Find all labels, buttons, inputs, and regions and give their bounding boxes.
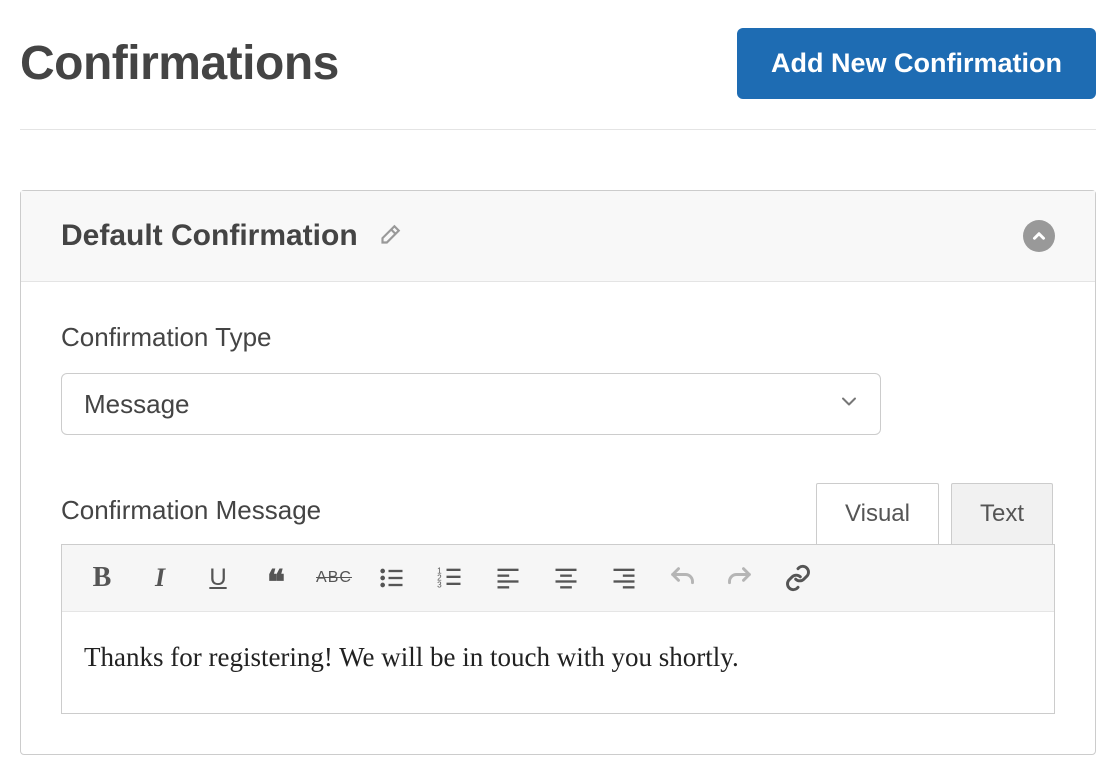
strikethrough-button[interactable]: ABC <box>308 555 360 601</box>
numbered-list-button[interactable]: 123 <box>424 555 476 601</box>
svg-text:3: 3 <box>437 580 442 589</box>
editor-content-area[interactable]: Thanks for registering! We will be in to… <box>62 612 1054 713</box>
confirmation-type-select[interactable]: Message <box>61 373 881 435</box>
bold-button[interactable]: B <box>76 555 128 601</box>
panel-header[interactable]: Default Confirmation <box>21 191 1095 282</box>
confirmation-type-select-wrap: Message <box>61 373 881 435</box>
edit-icon[interactable] <box>376 223 402 249</box>
add-new-confirmation-button[interactable]: Add New Confirmation <box>737 28 1096 99</box>
italic-button[interactable]: I <box>134 555 186 601</box>
align-center-button[interactable] <box>540 555 592 601</box>
bullet-list-button[interactable] <box>366 555 418 601</box>
panel-title: Default Confirmation <box>61 219 358 253</box>
align-right-button[interactable] <box>598 555 650 601</box>
editor: B I U ❝ ABC 123 <box>61 544 1055 714</box>
editor-text: Thanks for registering! We will be in to… <box>84 642 1032 673</box>
page-title: Confirmations <box>20 36 339 91</box>
align-left-button[interactable] <box>482 555 534 601</box>
underline-button[interactable]: U <box>192 555 244 601</box>
blockquote-button[interactable]: ❝ <box>250 555 302 601</box>
link-button[interactable] <box>772 555 824 601</box>
tab-text[interactable]: Text <box>951 483 1053 544</box>
page-header: Confirmations Add New Confirmation <box>20 20 1096 130</box>
redo-button[interactable] <box>714 555 766 601</box>
collapse-icon[interactable] <box>1023 220 1055 252</box>
panel-body: Confirmation Type Message Confirmation M… <box>21 282 1095 754</box>
confirmation-message-label: Confirmation Message <box>61 495 321 526</box>
confirmation-type-label: Confirmation Type <box>61 322 1055 353</box>
undo-button[interactable] <box>656 555 708 601</box>
confirmation-panel: Default Confirmation Confirmation Type M… <box>20 190 1096 755</box>
editor-toolbar: B I U ❝ ABC 123 <box>62 545 1054 612</box>
editor-tabs: Visual Text <box>816 483 1053 544</box>
tab-visual[interactable]: Visual <box>816 483 939 544</box>
